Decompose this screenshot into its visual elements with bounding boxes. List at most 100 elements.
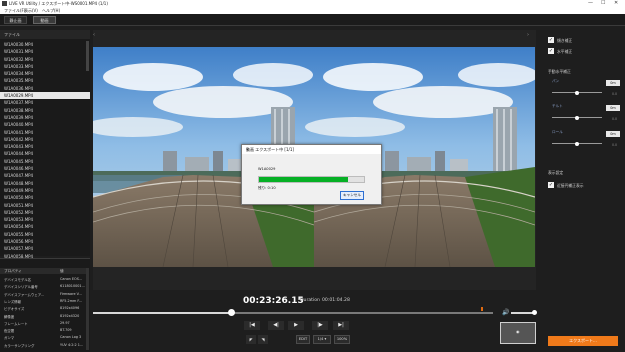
file-list-item[interactable]: W1A0042.MP4 <box>0 136 90 143</box>
property-row: デバイスファームウェア... Firmware V... <box>0 291 86 297</box>
timeline-marker <box>481 307 483 311</box>
viewer-prev-arrow[interactable]: ‹ <box>93 32 95 38</box>
cancel-button[interactable]: キャンセル <box>340 191 364 200</box>
seek-bar[interactable] <box>93 312 493 314</box>
file-list-item[interactable]: W1A0046.MP4 <box>0 165 90 172</box>
export-progress-dialog: 動画 エクスポート中 [1/1] ✕ W1A0029 残り: 0:10 キャンセ… <box>241 144 382 205</box>
file-list: W1A0030.MP4 W1A0031.MP4 W1A0032.MP4 W1A0033… <box>0 41 90 260</box>
property-name: 解像度 <box>4 314 15 319</box>
file-list-item[interactable]: W1A0036.MP4 <box>0 85 90 92</box>
next-frame-button[interactable]: |▶ <box>312 321 328 330</box>
close-window-button[interactable]: ✕ <box>614 1 618 6</box>
file-list-item[interactable]: W1A0030.MP4 <box>0 41 90 48</box>
property-name: カラーサンプリング <box>4 343 35 348</box>
properties-panel: プロパティ 値 デバイスモデル名 Canon EOS... デバイスシリアル番号 61… <box>0 258 90 352</box>
property-value: 8192x4096 <box>60 306 80 311</box>
file-list-item[interactable]: W1A0040.MP4 <box>0 121 90 128</box>
title-bar: LIVE VR Utility / エクスポート中-WS0001.MP4 (1/… <box>0 0 625 8</box>
export-remaining-time: 残り: 0:10 <box>258 186 276 190</box>
maximize-button[interactable]: ☐ <box>601 1 605 6</box>
volume-icon[interactable]: 🔊 <box>502 309 509 316</box>
edit-button[interactable]: EDIT <box>296 335 310 344</box>
file-list-item[interactable]: W1A0032.MP4 <box>0 56 90 63</box>
set-in-point-button[interactable]: ◤ <box>246 335 256 344</box>
properties-scrollbar[interactable] <box>86 268 89 350</box>
property-row: ガンマ Canon Log 3 <box>0 334 86 340</box>
file-list-item[interactable]: W1A0029.MP4 <box>0 92 90 100</box>
display-correction-checkbox[interactable]: ✓ <box>548 182 554 188</box>
property-value: YUV 4:2:2 1... <box>60 342 84 347</box>
file-list-item[interactable]: W1A0031.MP4 <box>0 48 90 55</box>
play-button[interactable]: ▶ <box>288 321 304 330</box>
property-value: 6118010001... <box>60 284 85 289</box>
file-list-item[interactable]: W1A0044.MP4 <box>0 150 90 157</box>
properties-col-name: プロパティ <box>4 269 22 273</box>
volume-thumb[interactable] <box>532 310 537 315</box>
file-list-item[interactable]: W1A0056.MP4 <box>0 238 90 245</box>
dialog-close-icon[interactable]: ✕ <box>246 147 249 152</box>
tilt-value[interactable]: 0m <box>606 105 620 111</box>
go-to-start-button[interactable]: |◀ <box>244 321 260 330</box>
minimize-button[interactable]: — <box>588 1 593 6</box>
file-list-item[interactable]: W1A0037.MP4 <box>0 99 90 106</box>
file-list-item[interactable]: W1A0039.MP4 <box>0 114 90 121</box>
playback-speed-select[interactable]: 1/4 ▾ <box>313 335 331 344</box>
set-out-point-button[interactable]: ◥ <box>258 335 268 344</box>
property-row: レンズ情報 RF5.2mm F... <box>0 298 86 304</box>
file-list-item[interactable]: W1A0041.MP4 <box>0 129 90 136</box>
settings-panel: ✓ 傾き補正 ✓ 水平補正 手動水平補正 パン 0m 0.0 チルト 0m 0.… <box>540 30 625 352</box>
property-value: 29.97 <box>60 320 70 325</box>
file-list-item[interactable]: W1A0038.MP4 <box>0 107 90 114</box>
file-list-item[interactable]: W1A0049.MP4 <box>0 187 90 194</box>
display-correction-label: 近接円補正表示 <box>557 183 584 188</box>
zoom-level[interactable]: 100% <box>334 335 350 344</box>
export-button[interactable]: エクスポート... <box>548 336 618 346</box>
go-to-end-button[interactable]: ▶| <box>333 321 349 330</box>
property-name: デバイスモデル名 <box>4 278 32 282</box>
pan-thumb[interactable] <box>575 90 579 95</box>
property-row: 解像度 8192x4320 <box>0 313 86 319</box>
property-row: デバイスシリアル番号 6118010001... <box>0 283 86 289</box>
file-list-item[interactable]: W1A0053.MP4 <box>0 216 90 223</box>
file-list-item[interactable]: W1A0045.MP4 <box>0 158 90 165</box>
file-list-item[interactable]: W1A0033.MP4 <box>0 63 90 70</box>
property-name: レンズ情報 <box>4 299 21 304</box>
property-name: ビデオサイズ <box>4 307 25 312</box>
seek-thumb[interactable] <box>228 309 235 316</box>
current-timecode: 00:23:26.15 <box>243 296 304 306</box>
tab-movie[interactable]: 動画 <box>33 16 56 24</box>
file-list-scrollbar[interactable] <box>86 41 89 71</box>
horizon-correction-checkbox[interactable]: ✓ <box>548 48 554 54</box>
dialog-title: 動画 エクスポート中 [1/1] <box>246 147 294 152</box>
file-panel: ファイル W1A0030.MP4 W1A0031.MP4 W1A0032.MP4 W1… <box>0 30 90 259</box>
file-list-item[interactable]: W1A0050.MP4 <box>0 194 90 201</box>
file-list-item[interactable]: W1A0048.MP4 <box>0 180 90 187</box>
file-list-item[interactable]: W1A0054.MP4 <box>0 223 90 230</box>
preview-icon: ◉ <box>516 329 520 334</box>
seek-bar-fill <box>93 312 233 314</box>
pan-value[interactable]: 0m <box>606 80 620 86</box>
property-row: フレームレート 29.97 <box>0 320 86 326</box>
file-list-item[interactable]: W1A0043.MP4 <box>0 143 90 150</box>
export-progress-fill <box>259 177 349 182</box>
viewer-next-arrow[interactable]: › <box>527 32 529 38</box>
roll-value[interactable]: 0m <box>606 131 620 137</box>
file-list-item[interactable]: W1A0035.MP4 <box>0 77 90 84</box>
tab-still[interactable]: 静止画 <box>4 16 27 24</box>
tilt-label: チルト <box>552 104 563 108</box>
tilt-thumb[interactable] <box>575 115 579 120</box>
file-list-item[interactable]: W1A0052.MP4 <box>0 209 90 216</box>
property-name: デバイスファームウェア... <box>4 292 45 297</box>
duration-value: 00:01:04.28 <box>321 298 350 303</box>
roll-thumb[interactable] <box>575 141 579 146</box>
file-list-item[interactable]: W1A0055.MP4 <box>0 231 90 238</box>
tilt-correction-checkbox[interactable]: ✓ <box>548 37 554 43</box>
preview-thumbnail[interactable]: ◉ <box>500 322 536 344</box>
file-list-item[interactable]: W1A0047.MP4 <box>0 172 90 179</box>
file-list-item[interactable]: W1A0034.MP4 <box>0 70 90 77</box>
file-list-item[interactable]: W1A0051.MP4 <box>0 202 90 209</box>
file-list-item[interactable]: W1A0057.MP4 <box>0 245 90 252</box>
properties-header: プロパティ 値 <box>0 268 86 274</box>
previous-frame-button[interactable]: ◀| <box>268 321 284 330</box>
property-row: カラーサンプリング YUV 4:2:2 1... <box>0 342 86 348</box>
